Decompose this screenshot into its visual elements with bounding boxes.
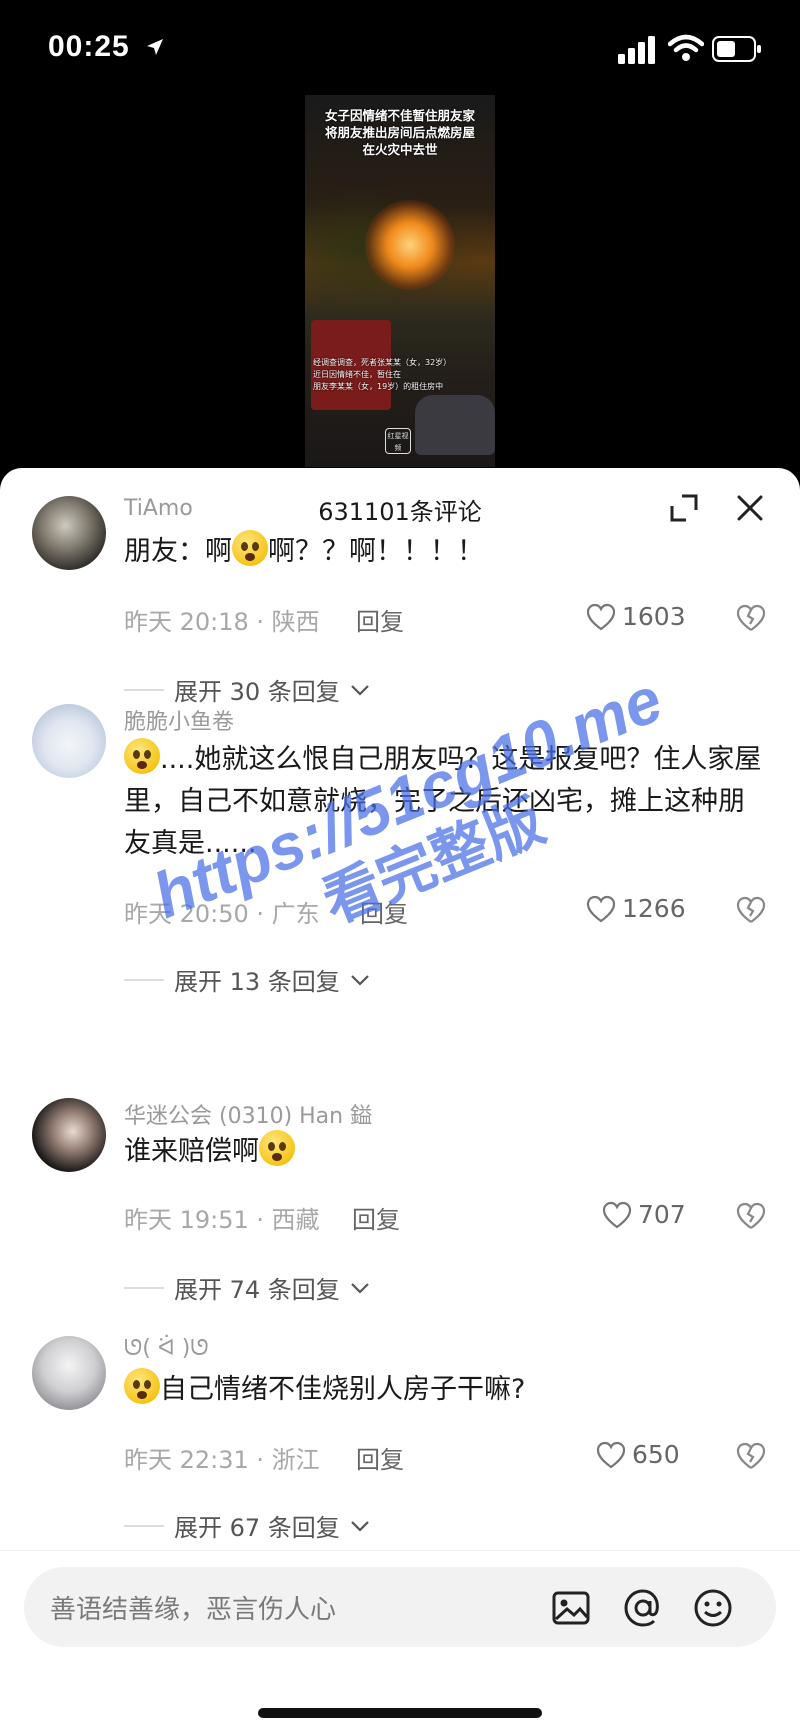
divider-line [124, 978, 164, 981]
like-button[interactable]: 707 [602, 1200, 686, 1229]
broken-heart-icon[interactable] [736, 1202, 766, 1230]
comment-username[interactable]: 脆脆小鱼卷 [124, 704, 234, 736]
video-thumbnail[interactable]: 女子因情绪不佳暂住朋友家 将朋友推出房间后点燃房屋 在火灾中去世 经调查调查，死… [305, 95, 495, 467]
comment-text-part: 自己情绪不佳烧别人房子干嘛? [160, 1374, 526, 1405]
video-caption-line-1: 经调查调查，死者张某某（女，32岁） [313, 358, 452, 367]
comment-text: 朋友：啊 啊？？啊！！！！ [124, 530, 764, 573]
avatar[interactable] [32, 1336, 106, 1410]
broken-heart-icon[interactable] [736, 1442, 766, 1470]
close-icon[interactable] [734, 492, 766, 524]
home-indicator [258, 1708, 542, 1718]
wifi-icon [668, 34, 704, 61]
chevron-down-icon [351, 684, 369, 696]
heart-icon [596, 1441, 626, 1468]
comment-input-placeholder: 善语结善缘，恶言伤人心 [50, 1595, 337, 1625]
status-time: 00:25 [48, 30, 130, 63]
smile-emoji-icon [124, 738, 160, 774]
comment-username[interactable]: 华迷公会 (0310) Han 鎰 [124, 1098, 372, 1130]
like-count: 707 [638, 1200, 686, 1229]
emoji-icon[interactable] [692, 1587, 734, 1629]
video-logo: 红星视频 [385, 428, 411, 454]
comment-text: 谁来赔偿啊 [124, 1130, 764, 1173]
like-button[interactable]: 1603 [586, 602, 686, 631]
comment-text-part: ....她就这么恨自己朋友吗？这是报复吧？住人家屋里，自己不如意就烧，完了之后还… [124, 744, 762, 859]
video-fire [365, 200, 455, 290]
video-caption-line-2: 近日因情绪不佳，暂住在 [313, 370, 401, 379]
expand-icon[interactable] [668, 492, 700, 524]
chevron-down-icon [351, 1282, 369, 1294]
shocked-emoji-icon [232, 530, 268, 566]
expand-replies-label: 展开 13 条回复 [174, 968, 340, 996]
avatar[interactable] [32, 704, 106, 778]
reply-button[interactable]: 回复 [352, 1200, 400, 1235]
expand-replies-label: 展开 74 条回复 [174, 1276, 340, 1304]
comment-username[interactable]: TiAmo [124, 496, 193, 521]
shocked-emoji-icon [259, 1130, 295, 1166]
heart-icon [586, 603, 616, 630]
video-caption-line-3: 朋友李某某（女，19岁）的租住房中 [313, 382, 444, 391]
reply-button[interactable]: 回复 [356, 602, 404, 637]
video-title-line-1: 女子因情绪不佳暂住朋友家 [324, 108, 475, 123]
video-caption: 经调查调查，死者张某某（女，32岁） 近日因情绪不佳，暂住在 朋友李某某（女，1… [313, 357, 491, 393]
at-mention-icon[interactable] [622, 1587, 664, 1629]
like-button[interactable]: 1266 [586, 894, 686, 923]
cellular-signal-icon [618, 36, 655, 64]
comment-time-location: 昨天 19:51 · 西藏 [124, 1206, 320, 1234]
heart-icon [602, 1201, 632, 1228]
reply-button[interactable]: 回复 [356, 1440, 404, 1475]
divider-line [124, 1524, 164, 1527]
status-bar: 00:25 [0, 0, 800, 100]
chevron-down-icon [351, 1520, 369, 1532]
comment-text-part: 啊？？啊！！！！ [268, 536, 484, 567]
video-title-line-2: 将朋友推出房间后点燃房屋 [324, 125, 475, 140]
comment-text-part: 谁来赔偿啊 [124, 1136, 259, 1167]
image-icon[interactable] [550, 1587, 592, 1629]
like-count: 1266 [622, 894, 686, 923]
comment-text: ....她就这么恨自己朋友吗？这是报复吧？住人家屋里，自己不如意就烧，完了之后还… [124, 738, 764, 865]
location-arrow-icon [147, 39, 163, 55]
battery-icon [712, 36, 761, 62]
comment-input-bar: 善语结善缘，恶言伤人心 [0, 1550, 800, 1662]
divider-line [124, 688, 164, 691]
comment-time-location: 昨天 20:50 · 广东 [124, 900, 320, 928]
comment-username[interactable]: ᘎ( ᐛ )ᘎ [124, 1336, 209, 1361]
comment-time-location: 昨天 20:18 · 陕西 [124, 608, 320, 636]
expand-replies-button[interactable]: 展开 74 条回复 [124, 1270, 370, 1305]
expand-replies-label: 展开 67 条回复 [174, 1514, 340, 1542]
like-count: 1603 [622, 602, 686, 631]
expand-replies-button[interactable]: 展开 30 条回复 [124, 672, 370, 707]
comment-text: 自己情绪不佳烧别人房子干嘛? [124, 1368, 764, 1411]
video-title: 女子因情绪不佳暂住朋友家 将朋友推出房间后点燃房屋 在火灾中去世 [305, 107, 495, 158]
chevron-down-icon [351, 974, 369, 986]
heart-icon [586, 895, 616, 922]
comment-time-location: 昨天 22:31 · 浙江 [124, 1446, 320, 1474]
comment-input[interactable]: 善语结善缘，恶言伤人心 [24, 1567, 776, 1647]
video-car [415, 395, 495, 455]
comment-sheet: 631101条评论 TiAmo 朋友：啊 啊？？啊！！！！ 昨天 20:18 · … [0, 468, 800, 1733]
like-count: 650 [632, 1440, 680, 1469]
comment-text-part: 朋友：啊 [124, 536, 232, 567]
video-title-line-3: 在火灾中去世 [362, 142, 438, 157]
divider-line [124, 1286, 164, 1289]
broken-heart-icon[interactable] [736, 604, 766, 632]
avatar[interactable] [32, 1098, 106, 1172]
expand-replies-button[interactable]: 展开 13 条回复 [124, 962, 370, 997]
shocked-emoji-icon [124, 1368, 160, 1404]
expand-replies-label: 展开 30 条回复 [174, 678, 340, 706]
reply-button[interactable]: 回复 [360, 894, 408, 929]
broken-heart-icon[interactable] [736, 896, 766, 924]
avatar[interactable] [32, 496, 106, 570]
like-button[interactable]: 650 [596, 1440, 680, 1469]
expand-replies-button[interactable]: 展开 67 条回复 [124, 1508, 370, 1543]
